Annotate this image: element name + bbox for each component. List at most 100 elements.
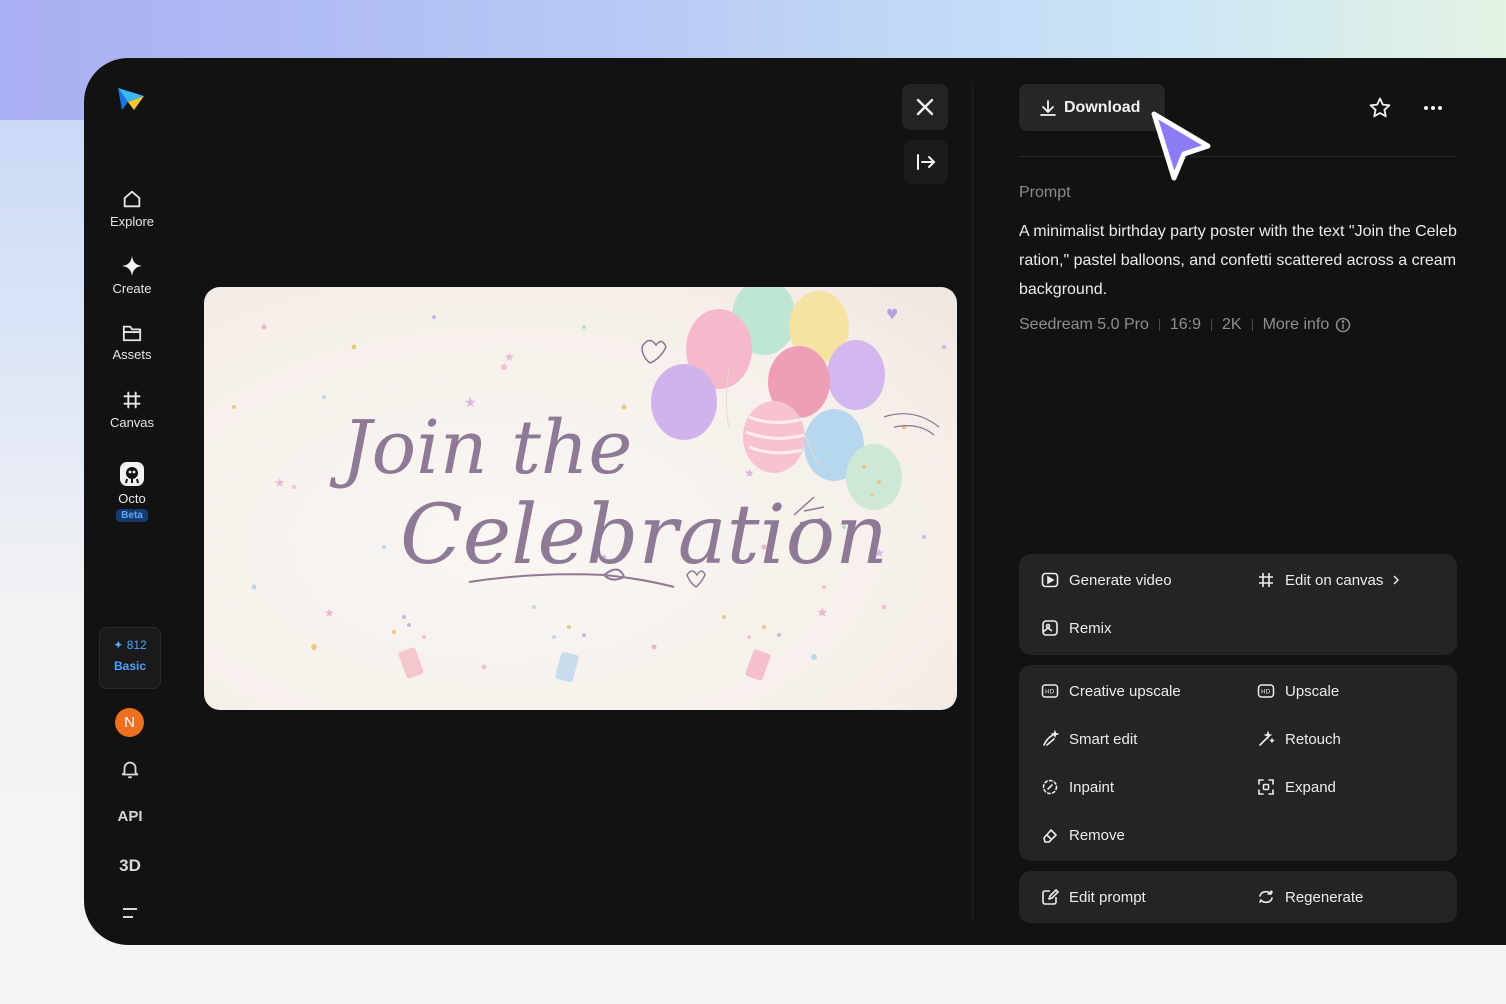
generate-video-label: Generate video	[1069, 571, 1172, 589]
upscale-button[interactable]: HD Upscale	[1257, 682, 1339, 700]
expand-label: Expand	[1285, 778, 1336, 796]
octo-icon	[120, 462, 144, 486]
sparkle-icon: ✦	[113, 638, 124, 652]
expand-icon	[1258, 779, 1274, 795]
retouch-button[interactable]: Retouch	[1257, 730, 1341, 748]
home-icon	[123, 190, 141, 208]
sidebar-item-label: Explore	[109, 214, 155, 229]
api-button[interactable]: API	[109, 808, 151, 825]
sidebar-item-label: Octo	[118, 491, 146, 506]
action-card-prompt: Edit prompt Regenerate	[1019, 871, 1457, 923]
more-info-link[interactable]: More info	[1263, 316, 1330, 334]
generate-video-button[interactable]: Generate video	[1041, 571, 1172, 589]
svg-text:HD: HD	[1261, 689, 1271, 696]
canvas-icon	[1259, 573, 1273, 587]
bell-icon	[121, 761, 139, 779]
toggle-panel-button[interactable]	[904, 140, 948, 184]
plan-label: Basic	[113, 659, 147, 673]
meta-separator	[1251, 319, 1253, 331]
header-divider	[1019, 156, 1456, 157]
pointer-cursor-icon	[1151, 111, 1211, 181]
generated-image[interactable]: ★ ★ ★ ★ ★ ★ ★ ★	[204, 287, 957, 710]
creative-upscale-button[interactable]: HD Creative upscale	[1041, 682, 1181, 700]
smart-edit-button[interactable]: Smart edit	[1041, 730, 1137, 748]
meta-separator	[1211, 319, 1212, 331]
favorite-button[interactable]	[1368, 96, 1392, 120]
download-icon	[1040, 99, 1056, 116]
regenerate-button[interactable]: Regenerate	[1257, 888, 1363, 906]
notification-button[interactable]	[109, 758, 151, 785]
edit-on-canvas-label: Edit on canvas	[1285, 571, 1384, 589]
download-button[interactable]: Download	[1019, 84, 1165, 131]
canvas-icon	[123, 391, 141, 409]
edit-prompt-label: Edit prompt	[1069, 888, 1146, 906]
sidebar-item-octo[interactable]: Octo Beta	[96, 461, 168, 522]
app-window: Explore Create Assets Canvas Octo Beta ✦…	[84, 58, 1506, 945]
info-icon[interactable]	[1335, 317, 1351, 333]
credits-box[interactable]: ✦ 812 Basic	[99, 627, 161, 689]
action-card-edit: HD Creative upscale HD Upscale Smart edi…	[1019, 665, 1457, 861]
menu-button[interactable]	[109, 903, 151, 928]
meta-separator	[1158, 319, 1160, 331]
folder-icon	[122, 325, 142, 342]
poster-title-line1: Join the	[329, 405, 632, 491]
regenerate-label: Regenerate	[1285, 888, 1364, 906]
remix-label: Remix	[1069, 619, 1112, 637]
3d-button[interactable]: 3D	[109, 856, 151, 876]
menu-icon	[123, 908, 137, 918]
svg-text:♥: ♥	[886, 307, 899, 323]
svg-text:★: ★	[504, 350, 515, 364]
svg-text:★: ★	[274, 476, 286, 491]
aspect-ratio: 16:9	[1169, 316, 1201, 333]
sidebar-item-explore[interactable]: Explore	[96, 188, 168, 229]
sidebar-item-label: Canvas	[109, 415, 155, 430]
hd-icon: HD	[1257, 684, 1275, 698]
credits-amount: 812	[126, 638, 147, 652]
magic-brush-icon	[1043, 730, 1059, 746]
download-label: Download	[1064, 98, 1141, 116]
poster-artwork: ★ ★ ★ ★ ★ ★ ★ ★	[232, 287, 946, 683]
arrow-right-bar-icon	[917, 154, 935, 170]
edit-prompt-icon	[1042, 889, 1059, 905]
svg-text:HD: HD	[1045, 689, 1055, 696]
sidebar-item-assets[interactable]: Assets	[96, 323, 168, 362]
sidebar-item-label: Assets	[112, 347, 152, 362]
close-icon	[916, 98, 934, 116]
hd-plus-icon: HD	[1041, 684, 1059, 698]
edit-prompt-button[interactable]: Edit prompt	[1041, 888, 1146, 906]
more-options-button[interactable]	[1421, 96, 1445, 120]
remove-button[interactable]: Remove	[1041, 826, 1125, 844]
sparkle-icon	[121, 255, 143, 277]
svg-text:★: ★	[324, 606, 335, 620]
chevron-right-icon	[1393, 575, 1400, 585]
avatar[interactable]: N	[115, 708, 144, 737]
sidebar-item-canvas[interactable]: Canvas	[96, 389, 168, 430]
smart-edit-label: Smart edit	[1069, 730, 1138, 748]
remove-label: Remove	[1069, 826, 1125, 844]
retouch-label: Retouch	[1285, 730, 1341, 748]
model-name: Seedream 5.0 Pro	[1019, 316, 1149, 333]
video-play-icon	[1041, 572, 1059, 588]
expand-button[interactable]: Expand	[1257, 778, 1336, 796]
wand-icon	[1259, 730, 1275, 746]
refresh-icon	[1259, 890, 1273, 904]
inpaint-button[interactable]: Inpaint	[1041, 778, 1114, 796]
close-button[interactable]	[902, 84, 948, 130]
action-card-primary: Generate video Edit on canvas Remix	[1019, 554, 1457, 655]
panel-divider	[972, 82, 973, 922]
svg-text:★: ★	[744, 466, 755, 480]
remix-button[interactable]: Remix	[1041, 619, 1112, 637]
generation-meta: Seedream 5.0 Pro 16:9 2K More info	[1019, 316, 1351, 334]
remix-icon	[1042, 620, 1058, 636]
svg-text:★: ★	[816, 605, 829, 621]
resolution: 2K	[1222, 316, 1242, 333]
inpaint-label: Inpaint	[1069, 778, 1115, 796]
poster-title-line2: Celebration	[400, 488, 888, 583]
sidebar-item-create[interactable]: Create	[96, 255, 168, 296]
edit-on-canvas-button[interactable]: Edit on canvas	[1257, 571, 1401, 589]
inpaint-icon	[1042, 779, 1058, 795]
app-logo	[118, 88, 144, 110]
upscale-label: Upscale	[1285, 682, 1340, 700]
balloons	[651, 287, 902, 510]
beta-badge: Beta	[116, 509, 148, 522]
